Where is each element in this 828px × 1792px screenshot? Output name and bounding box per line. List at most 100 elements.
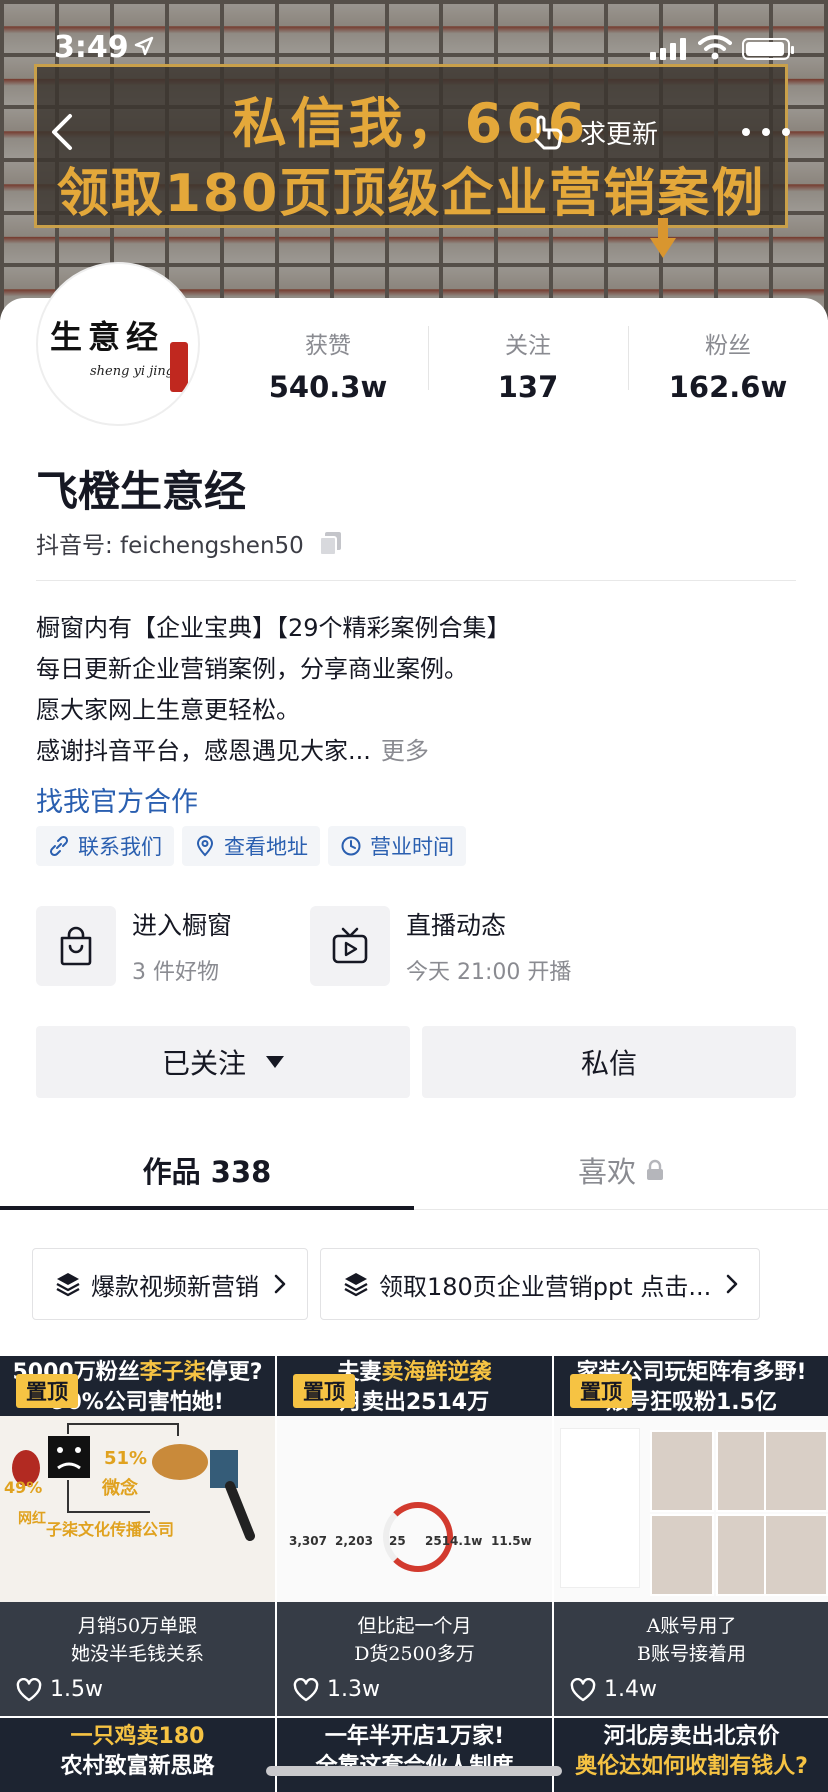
overlay-text: 51% xyxy=(104,1448,148,1469)
status-time: 3:49 xyxy=(54,30,129,65)
contact-tags: 联系我们 查看地址 营业时间 xyxy=(36,826,466,866)
stat-following[interactable]: 关注 137 xyxy=(428,320,628,410)
hand-tap-icon xyxy=(534,115,563,150)
bio-more-link[interactable]: 更多 xyxy=(381,737,429,765)
caret-down-icon xyxy=(266,1056,284,1068)
cellular-signal-icon xyxy=(650,38,686,60)
tab-works[interactable]: 作品 338 xyxy=(0,1130,414,1210)
stat-likes[interactable]: 获赞 540.3w xyxy=(228,320,428,410)
video-preview: 51% 微念 49% 网红 子柒文化传播公司 xyxy=(0,1416,275,1602)
lock-icon xyxy=(647,1159,663,1180)
like-count: 1.4w xyxy=(570,1677,657,1702)
entry-title: 直播动态 xyxy=(406,911,507,940)
douyin-id: 抖音号: feichengshen50 xyxy=(36,533,304,559)
stat-followers[interactable]: 粉丝 162.6w xyxy=(628,320,828,410)
chevron-right-icon xyxy=(274,1274,286,1294)
overlay-text: 3,307 xyxy=(289,1534,327,1548)
video-grid-row-2: 一只鸡卖180 农村致富新思路 一年半开店1万家! 全靠这套合伙人制度 河北房卖… xyxy=(0,1718,828,1792)
clock-icon xyxy=(341,836,361,856)
layers-icon xyxy=(344,1273,368,1297)
dot xyxy=(742,128,750,136)
request-update-label: 求更新 xyxy=(580,119,659,150)
tag-business-hours[interactable]: 营业时间 xyxy=(328,826,466,866)
status-bar: 3:49 xyxy=(0,0,828,100)
heart-icon xyxy=(293,1677,319,1701)
overlay-text: 子柒文化传播公司 xyxy=(46,1520,175,1539)
message-button[interactable]: 私信 xyxy=(422,1026,796,1098)
tag-view-address[interactable]: 查看地址 xyxy=(182,826,320,866)
chip-label: 爆款视频新营销 xyxy=(91,1272,259,1301)
home-indicator[interactable] xyxy=(266,1766,562,1776)
request-update-button[interactable]: 求更新 xyxy=(528,110,658,154)
stat-label: 获赞 xyxy=(305,333,351,359)
copy-icon[interactable] xyxy=(318,530,344,556)
shopping-bag-icon xyxy=(60,926,92,966)
stat-value: 137 xyxy=(497,370,559,404)
battery-icon xyxy=(742,38,794,60)
tag-label: 联系我们 xyxy=(78,835,162,859)
like-count: 1.3w xyxy=(293,1677,380,1702)
pinned-badge: 置顶 xyxy=(16,1374,78,1408)
overlay-text: 49% xyxy=(4,1478,43,1497)
location-arrow-icon xyxy=(134,36,154,56)
entry-subtitle: 3 件好物 xyxy=(132,960,219,985)
chevron-left-icon xyxy=(52,114,72,150)
bio-line: 每日更新企业营销案例，分享商业案例。 xyxy=(36,655,468,683)
active-tab-indicator xyxy=(0,1206,414,1210)
live-activity-entry[interactable]: 直播动态 今天 21:00 开播 xyxy=(310,906,571,986)
collection-chip[interactable]: 领取180页企业营销ppt 点击... xyxy=(320,1248,761,1320)
overlay-text: 网红 xyxy=(18,1511,46,1527)
avatar[interactable]: 生意经 sheng yi jing xyxy=(36,262,200,426)
video-thumbnail[interactable]: 夫妻卖海鲜逆袭 月卖出2514万 置顶 3,307 2,203 25 2514.… xyxy=(277,1356,552,1716)
video-thumbnail[interactable]: 一只鸡卖180 农村致富新思路 xyxy=(0,1718,275,1792)
video-thumbnail[interactable]: 一年半开店1万家! 全靠这套合伙人制度 xyxy=(277,1718,552,1792)
collection-chip[interactable]: 爆款视频新营销 xyxy=(32,1248,308,1320)
overlay-text: 微念 xyxy=(102,1478,138,1499)
followed-label: 已关注 xyxy=(161,1047,246,1080)
pinned-badge: 置顶 xyxy=(570,1374,632,1408)
video-preview xyxy=(554,1416,828,1602)
content-tabs: 作品 338 喜欢 xyxy=(0,1130,828,1210)
photo-tile xyxy=(764,1430,828,1512)
shop-window-entry[interactable]: 进入橱窗 3 件好物 xyxy=(36,906,232,986)
tab-likes[interactable]: 喜欢 xyxy=(414,1130,828,1210)
profile-name: 飞橙生意经 xyxy=(36,467,247,516)
link-icon xyxy=(49,835,69,857)
like-count: 1.5w xyxy=(16,1677,103,1702)
heart-icon xyxy=(570,1677,596,1701)
back-button[interactable] xyxy=(42,108,82,156)
stat-value: 162.6w xyxy=(668,370,788,404)
official-cooperation-link[interactable]: 找我官方合作 xyxy=(36,780,198,819)
video-grid: 5000万粉丝李子柒停更? 90%公司害怕她! 置顶 51% 微念 49% 网红… xyxy=(0,1356,828,1716)
profile-bio: 橱窗内有【企业宝典】【29个精彩案例合集】 每日更新企业营销案例，分享商业案例。… xyxy=(36,608,796,772)
douyin-id-row: 抖音号: feichengshen50 xyxy=(36,526,344,560)
profile-screenshot xyxy=(560,1428,640,1588)
wifi-icon xyxy=(698,35,732,60)
more-options-button[interactable] xyxy=(742,114,790,150)
tag-label: 营业时间 xyxy=(370,835,454,859)
avatar-calligraphy: 生意经 xyxy=(50,318,165,356)
tag-label: 查看地址 xyxy=(224,835,308,859)
entry-title: 进入橱窗 xyxy=(132,911,233,940)
followed-button[interactable]: 已关注 xyxy=(36,1026,410,1098)
seal-stamp xyxy=(170,342,188,392)
video-thumbnail[interactable]: 河北房卖出北京价 奥伦达如何收割有钱人? xyxy=(554,1718,828,1792)
chip-label: 领取180页企业营销ppt 点击... xyxy=(379,1272,712,1301)
chevron-right-icon xyxy=(726,1274,738,1294)
location-icon xyxy=(196,835,214,857)
tag-contact-us[interactable]: 联系我们 xyxy=(36,826,174,866)
photo-tile xyxy=(764,1514,828,1596)
overlay-text: 2,203 xyxy=(335,1534,373,1548)
tab-label: 喜欢 xyxy=(577,1155,636,1189)
bio-line: 橱窗内有【企业宝典】【29个精彩案例合集】 xyxy=(36,614,511,642)
bio-line: 感谢抖音平台，感恩遇见大家... 更多 xyxy=(36,731,796,772)
stat-value: 540.3w xyxy=(268,370,388,404)
collection-chips: 爆款视频新营销 领取180页企业营销ppt 点击... xyxy=(32,1248,828,1320)
bio-line-text: 感谢抖音平台，感恩遇见大家... xyxy=(36,737,371,765)
overlay-text: 2514.1w xyxy=(425,1534,483,1548)
video-thumbnail[interactable]: 家装公司玩矩阵有多野! 账号狂吸粉1.5亿 置顶 A账号用了 B账号接着用 1.… xyxy=(554,1356,828,1716)
video-thumbnail[interactable]: 5000万粉丝李子柒停更? 90%公司害怕她! 置顶 51% 微念 49% 网红… xyxy=(0,1356,275,1716)
tab-label: 作品 338 xyxy=(142,1155,272,1189)
bio-line: 愿大家网上生意更轻松。 xyxy=(36,696,300,724)
photo-tile xyxy=(650,1514,714,1596)
